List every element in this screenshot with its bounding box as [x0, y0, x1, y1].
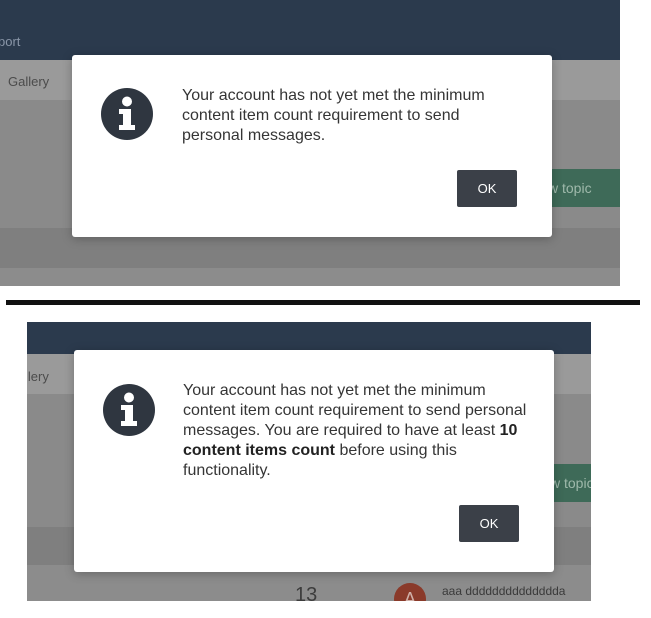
info-circle-icon [101, 88, 153, 140]
navbar: port [0, 0, 620, 60]
last-poster-name[interactable]: aaa dddddddddddddda [442, 584, 565, 598]
info-dialog: Your account has not yet met the minimum… [72, 55, 552, 237]
divider-line [6, 300, 640, 305]
ok-button[interactable]: OK [459, 505, 519, 542]
info-dialog: Your account has not yet met the minimum… [74, 350, 554, 572]
dialog-message-part1: Your account has not yet met the minimum… [183, 382, 527, 439]
subnav-item-gallery[interactable]: Gallery [8, 74, 49, 89]
subnav-item-gallery[interactable]: llery [27, 369, 49, 384]
nav-item-support[interactable]: port [0, 34, 20, 49]
new-topic-button[interactable]: w topic [540, 169, 620, 207]
table-row [0, 268, 620, 286]
dialog-message: Your account has not yet met the minimum… [182, 87, 485, 144]
screenshot-full-message: llery w topic 13 A aaa dddddddddddddda Y… [27, 322, 591, 601]
reply-count: 13 [295, 584, 318, 601]
dialog-message: Your account has not yet met the minimum… [183, 381, 528, 481]
info-circle-icon [103, 384, 155, 436]
screenshot-short-message: port Gallery w topic Your account has no… [0, 0, 620, 286]
ok-button[interactable]: OK [457, 170, 517, 207]
